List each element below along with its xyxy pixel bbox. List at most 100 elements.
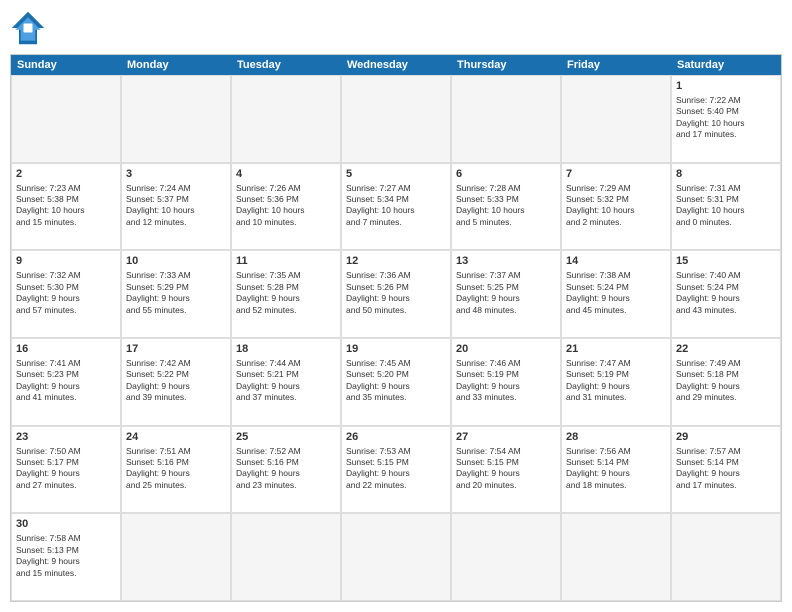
calendar-header: SundayMondayTuesdayWednesdayThursdayFrid… xyxy=(11,55,781,75)
cal-cell: 25Sunrise: 7:52 AM Sunset: 5:16 PM Dayli… xyxy=(231,426,341,514)
cal-cell: 16Sunrise: 7:41 AM Sunset: 5:23 PM Dayli… xyxy=(11,338,121,426)
day-info: Sunrise: 7:44 AM Sunset: 5:21 PM Dayligh… xyxy=(236,358,336,404)
cal-cell xyxy=(341,513,451,601)
day-number: 19 xyxy=(346,342,446,357)
cal-cell: 5Sunrise: 7:27 AM Sunset: 5:34 PM Daylig… xyxy=(341,163,451,251)
day-number: 17 xyxy=(126,342,226,357)
page: SundayMondayTuesdayWednesdayThursdayFrid… xyxy=(0,0,792,612)
cal-cell: 10Sunrise: 7:33 AM Sunset: 5:29 PM Dayli… xyxy=(121,250,231,338)
cal-cell: 27Sunrise: 7:54 AM Sunset: 5:15 PM Dayli… xyxy=(451,426,561,514)
day-number: 7 xyxy=(566,167,666,182)
cal-cell xyxy=(121,513,231,601)
cal-cell: 8Sunrise: 7:31 AM Sunset: 5:31 PM Daylig… xyxy=(671,163,781,251)
weekday-header-saturday: Saturday xyxy=(671,55,781,75)
cal-cell: 29Sunrise: 7:57 AM Sunset: 5:14 PM Dayli… xyxy=(671,426,781,514)
day-info: Sunrise: 7:56 AM Sunset: 5:14 PM Dayligh… xyxy=(566,446,666,492)
weekday-header-thursday: Thursday xyxy=(451,55,561,75)
cal-cell: 4Sunrise: 7:26 AM Sunset: 5:36 PM Daylig… xyxy=(231,163,341,251)
day-info: Sunrise: 7:41 AM Sunset: 5:23 PM Dayligh… xyxy=(16,358,116,404)
day-info: Sunrise: 7:53 AM Sunset: 5:15 PM Dayligh… xyxy=(346,446,446,492)
header xyxy=(10,10,782,46)
day-info: Sunrise: 7:37 AM Sunset: 5:25 PM Dayligh… xyxy=(456,270,556,316)
calendar-body: 1Sunrise: 7:22 AM Sunset: 5:40 PM Daylig… xyxy=(11,75,781,601)
cal-cell xyxy=(121,75,231,163)
day-info: Sunrise: 7:45 AM Sunset: 5:20 PM Dayligh… xyxy=(346,358,446,404)
day-number: 4 xyxy=(236,167,336,182)
day-number: 23 xyxy=(16,430,116,445)
weekday-header-friday: Friday xyxy=(561,55,671,75)
day-info: Sunrise: 7:31 AM Sunset: 5:31 PM Dayligh… xyxy=(676,183,776,229)
cal-cell: 1Sunrise: 7:22 AM Sunset: 5:40 PM Daylig… xyxy=(671,75,781,163)
day-number: 5 xyxy=(346,167,446,182)
day-number: 30 xyxy=(16,517,116,532)
calendar: SundayMondayTuesdayWednesdayThursdayFrid… xyxy=(10,54,782,602)
cal-cell: 2Sunrise: 7:23 AM Sunset: 5:38 PM Daylig… xyxy=(11,163,121,251)
cal-cell: 13Sunrise: 7:37 AM Sunset: 5:25 PM Dayli… xyxy=(451,250,561,338)
day-number: 25 xyxy=(236,430,336,445)
day-info: Sunrise: 7:52 AM Sunset: 5:16 PM Dayligh… xyxy=(236,446,336,492)
day-number: 13 xyxy=(456,254,556,269)
day-number: 6 xyxy=(456,167,556,182)
day-number: 14 xyxy=(566,254,666,269)
day-number: 16 xyxy=(16,342,116,357)
day-number: 21 xyxy=(566,342,666,357)
cal-cell: 24Sunrise: 7:51 AM Sunset: 5:16 PM Dayli… xyxy=(121,426,231,514)
cal-cell: 28Sunrise: 7:56 AM Sunset: 5:14 PM Dayli… xyxy=(561,426,671,514)
cal-cell: 15Sunrise: 7:40 AM Sunset: 5:24 PM Dayli… xyxy=(671,250,781,338)
day-info: Sunrise: 7:46 AM Sunset: 5:19 PM Dayligh… xyxy=(456,358,556,404)
day-info: Sunrise: 7:40 AM Sunset: 5:24 PM Dayligh… xyxy=(676,270,776,316)
cal-cell: 9Sunrise: 7:32 AM Sunset: 5:30 PM Daylig… xyxy=(11,250,121,338)
day-info: Sunrise: 7:38 AM Sunset: 5:24 PM Dayligh… xyxy=(566,270,666,316)
weekday-header-monday: Monday xyxy=(121,55,231,75)
day-number: 26 xyxy=(346,430,446,445)
day-info: Sunrise: 7:57 AM Sunset: 5:14 PM Dayligh… xyxy=(676,446,776,492)
day-info: Sunrise: 7:42 AM Sunset: 5:22 PM Dayligh… xyxy=(126,358,226,404)
cal-cell xyxy=(561,513,671,601)
cal-cell xyxy=(451,75,561,163)
day-info: Sunrise: 7:27 AM Sunset: 5:34 PM Dayligh… xyxy=(346,183,446,229)
cal-cell: 20Sunrise: 7:46 AM Sunset: 5:19 PM Dayli… xyxy=(451,338,561,426)
cal-cell: 30Sunrise: 7:58 AM Sunset: 5:13 PM Dayli… xyxy=(11,513,121,601)
cal-cell: 12Sunrise: 7:36 AM Sunset: 5:26 PM Dayli… xyxy=(341,250,451,338)
day-info: Sunrise: 7:49 AM Sunset: 5:18 PM Dayligh… xyxy=(676,358,776,404)
cal-cell: 11Sunrise: 7:35 AM Sunset: 5:28 PM Dayli… xyxy=(231,250,341,338)
cal-cell xyxy=(671,513,781,601)
day-number: 15 xyxy=(676,254,776,269)
cal-cell: 6Sunrise: 7:28 AM Sunset: 5:33 PM Daylig… xyxy=(451,163,561,251)
day-number: 1 xyxy=(676,79,776,94)
day-number: 10 xyxy=(126,254,226,269)
cal-cell xyxy=(561,75,671,163)
weekday-header-tuesday: Tuesday xyxy=(231,55,341,75)
day-info: Sunrise: 7:54 AM Sunset: 5:15 PM Dayligh… xyxy=(456,446,556,492)
day-info: Sunrise: 7:36 AM Sunset: 5:26 PM Dayligh… xyxy=(346,270,446,316)
weekday-header-sunday: Sunday xyxy=(11,55,121,75)
cal-cell: 19Sunrise: 7:45 AM Sunset: 5:20 PM Dayli… xyxy=(341,338,451,426)
cal-cell: 22Sunrise: 7:49 AM Sunset: 5:18 PM Dayli… xyxy=(671,338,781,426)
cal-cell: 3Sunrise: 7:24 AM Sunset: 5:37 PM Daylig… xyxy=(121,163,231,251)
cal-cell xyxy=(11,75,121,163)
day-info: Sunrise: 7:29 AM Sunset: 5:32 PM Dayligh… xyxy=(566,183,666,229)
day-number: 2 xyxy=(16,167,116,182)
day-number: 9 xyxy=(16,254,116,269)
day-number: 11 xyxy=(236,254,336,269)
cal-cell xyxy=(231,513,341,601)
day-info: Sunrise: 7:32 AM Sunset: 5:30 PM Dayligh… xyxy=(16,270,116,316)
cal-cell: 26Sunrise: 7:53 AM Sunset: 5:15 PM Dayli… xyxy=(341,426,451,514)
cal-cell: 7Sunrise: 7:29 AM Sunset: 5:32 PM Daylig… xyxy=(561,163,671,251)
day-info: Sunrise: 7:35 AM Sunset: 5:28 PM Dayligh… xyxy=(236,270,336,316)
day-info: Sunrise: 7:51 AM Sunset: 5:16 PM Dayligh… xyxy=(126,446,226,492)
cal-cell: 17Sunrise: 7:42 AM Sunset: 5:22 PM Dayli… xyxy=(121,338,231,426)
day-number: 27 xyxy=(456,430,556,445)
day-number: 22 xyxy=(676,342,776,357)
cal-cell xyxy=(451,513,561,601)
day-number: 3 xyxy=(126,167,226,182)
day-info: Sunrise: 7:33 AM Sunset: 5:29 PM Dayligh… xyxy=(126,270,226,316)
cal-cell: 18Sunrise: 7:44 AM Sunset: 5:21 PM Dayli… xyxy=(231,338,341,426)
day-number: 18 xyxy=(236,342,336,357)
cal-cell: 21Sunrise: 7:47 AM Sunset: 5:19 PM Dayli… xyxy=(561,338,671,426)
day-info: Sunrise: 7:47 AM Sunset: 5:19 PM Dayligh… xyxy=(566,358,666,404)
day-number: 28 xyxy=(566,430,666,445)
day-info: Sunrise: 7:28 AM Sunset: 5:33 PM Dayligh… xyxy=(456,183,556,229)
cal-cell xyxy=(231,75,341,163)
day-number: 8 xyxy=(676,167,776,182)
